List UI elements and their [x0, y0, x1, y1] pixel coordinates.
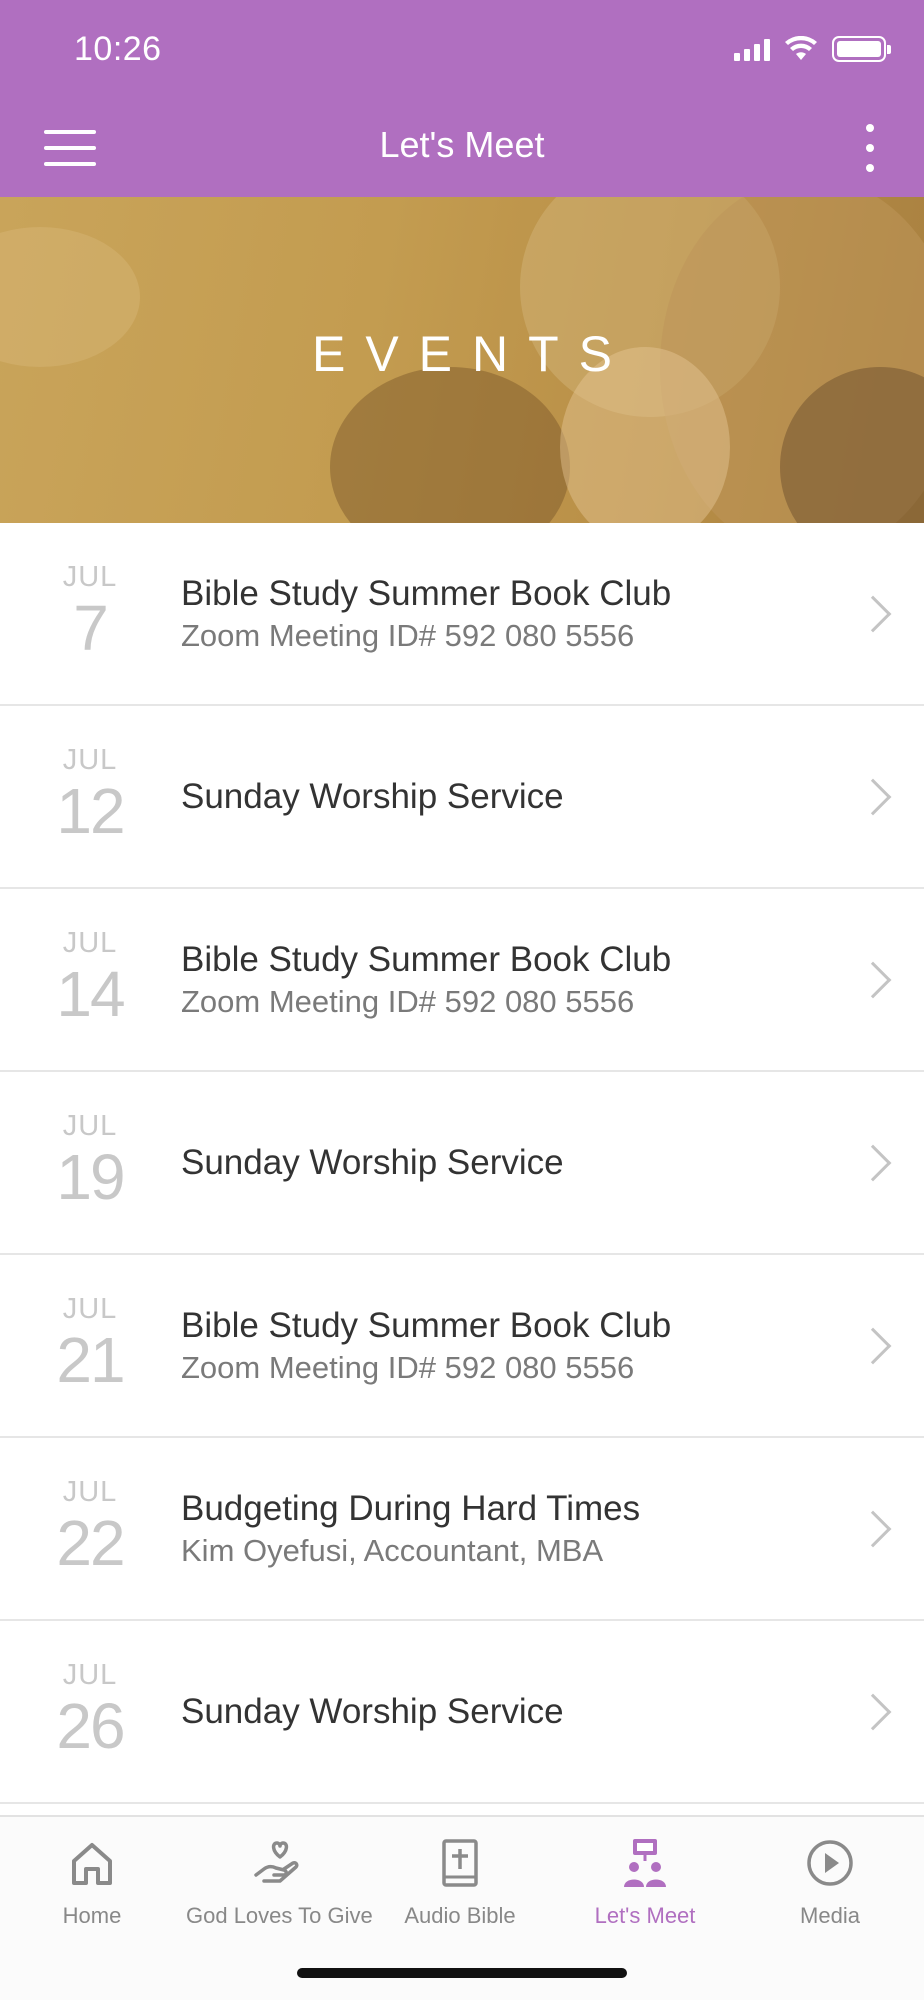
banner-title: EVENTS — [311, 326, 633, 382]
chevron-right-icon — [854, 778, 892, 815]
event-subtitle: Zoom Meeting ID# 592 080 5556 — [181, 617, 635, 653]
tab-label: Media — [800, 1903, 860, 1928]
giving-hand-heart-icon — [254, 1841, 299, 1883]
tab-god-loves-to-give[interactable]: God Loves To Give — [186, 1835, 373, 1929]
event-row[interactable]: JUL 7 Bible Study Summer Book Club Zoom … — [0, 523, 924, 706]
event-row[interactable]: JUL 12 Sunday Worship Service — [0, 706, 924, 889]
event-day: 21 — [56, 1324, 125, 1396]
event-month: JUL — [62, 1293, 118, 1325]
event-title: Bible Study Summer Book Club — [181, 573, 672, 613]
event-title: Bible Study Summer Book Club — [181, 939, 672, 979]
event-date: JUL 22 — [28, 1438, 152, 1619]
event-title: Sunday Worship Service — [181, 1142, 564, 1182]
event-day: 22 — [56, 1507, 125, 1579]
cellular-signal-icon — [734, 37, 770, 61]
event-date: JUL 19 — [28, 1072, 152, 1253]
event-day: 26 — [56, 1690, 125, 1762]
event-date: JUL 7 — [28, 523, 152, 704]
tab-audio-bible[interactable]: Audio Bible — [368, 1835, 552, 1929]
more-options-icon[interactable] — [860, 124, 880, 172]
battery-icon — [832, 36, 891, 62]
event-month: JUL — [62, 1659, 118, 1691]
tab-lets-meet[interactable]: Let's Meet — [553, 1835, 737, 1929]
events-list: JUL 7 Bible Study Summer Book Club Zoom … — [0, 523, 924, 1804]
event-day: 14 — [56, 958, 125, 1030]
event-subtitle: Kim Oyefusi, Accountant, MBA — [181, 1532, 604, 1568]
status-time: 10:26 — [74, 30, 162, 68]
event-month: JUL — [62, 1476, 118, 1508]
event-title: Sunday Worship Service — [181, 1691, 564, 1731]
event-row[interactable]: JUL 21 Bible Study Summer Book Club Zoom… — [0, 1255, 924, 1438]
chevron-right-icon — [854, 961, 892, 998]
event-row[interactable]: JUL 19 Sunday Worship Service — [0, 1072, 924, 1255]
home-icon — [72, 1843, 112, 1885]
event-day: 19 — [56, 1141, 125, 1213]
event-day: 7 — [73, 592, 109, 664]
event-row[interactable]: JUL 22 Budgeting During Hard Times Kim O… — [0, 1438, 924, 1621]
event-date: JUL 26 — [28, 1621, 152, 1802]
bible-icon — [442, 1839, 478, 1887]
wifi-icon — [785, 36, 817, 60]
tab-label: God Loves To Give — [186, 1903, 373, 1928]
play-circle-icon — [807, 1840, 853, 1886]
app-header: 10:26 Let's Meet — [0, 0, 924, 197]
chevron-right-icon — [854, 595, 892, 632]
event-date: JUL 12 — [28, 706, 152, 887]
events-banner: EVENTS — [0, 197, 924, 523]
tab-label: Let's Meet — [594, 1903, 696, 1928]
event-month: JUL — [62, 744, 118, 776]
status-icons — [734, 36, 891, 62]
people-meeting-icon — [624, 1839, 666, 1887]
event-title: Budgeting During Hard Times — [181, 1488, 641, 1528]
home-indicator[interactable] — [297, 1968, 627, 1978]
event-row[interactable]: JUL 26 Sunday Worship Service — [0, 1621, 924, 1804]
tab-home[interactable]: Home — [0, 1835, 184, 1929]
tab-label: Audio Bible — [404, 1903, 516, 1928]
event-date: JUL 21 — [28, 1255, 152, 1436]
event-title: Bible Study Summer Book Club — [181, 1305, 672, 1345]
chevron-right-icon — [854, 1144, 892, 1181]
event-month: JUL — [62, 1110, 118, 1142]
event-row[interactable]: JUL 14 Bible Study Summer Book Club Zoom… — [0, 889, 924, 1072]
tab-media[interactable]: Media — [738, 1835, 922, 1929]
event-subtitle: Zoom Meeting ID# 592 080 5556 — [181, 983, 635, 1019]
event-month: JUL — [62, 561, 118, 593]
event-subtitle: Zoom Meeting ID# 592 080 5556 — [181, 1349, 635, 1385]
chevron-right-icon — [854, 1693, 892, 1730]
event-date: JUL 14 — [28, 889, 152, 1070]
event-title: Sunday Worship Service — [181, 776, 564, 816]
page-title: Let's Meet — [379, 124, 545, 165]
event-month: JUL — [62, 927, 118, 959]
chevron-right-icon — [854, 1327, 892, 1364]
event-day: 12 — [56, 775, 125, 847]
tab-label: Home — [62, 1903, 122, 1928]
chevron-right-icon — [854, 1510, 892, 1547]
